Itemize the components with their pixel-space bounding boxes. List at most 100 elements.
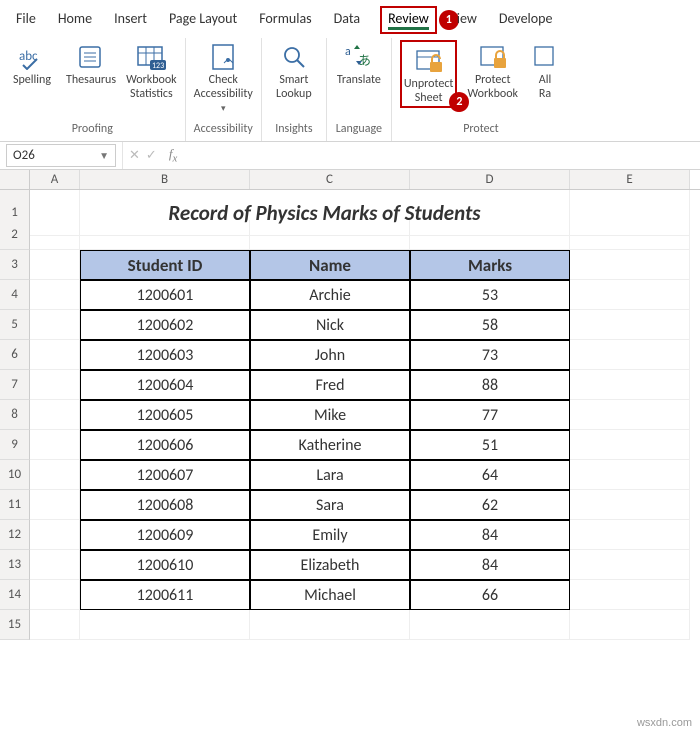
row-header-15[interactable]: 15 — [0, 610, 30, 640]
empty-cell[interactable] — [570, 370, 690, 400]
table-cell-id[interactable]: 1200611 — [80, 580, 250, 610]
row-header-3[interactable]: 3 — [0, 250, 30, 280]
fx-icon[interactable]: fx — [163, 146, 183, 165]
row-header-6[interactable]: 6 — [0, 340, 30, 370]
tab-developer-partial[interactable]: Develope — [497, 6, 555, 34]
workbook-stats-button[interactable]: 123 Workbook Statistics — [126, 40, 177, 102]
empty-cell[interactable] — [570, 340, 690, 370]
unprotect-sheet-button[interactable]: Unprotect Sheet — [404, 44, 454, 106]
tab-page-layout[interactable]: Page Layout — [167, 6, 239, 34]
table-cell-name[interactable]: Nick — [250, 310, 410, 340]
empty-cell[interactable] — [30, 520, 80, 550]
col-header-C[interactable]: C — [250, 170, 410, 189]
table-cell-marks[interactable]: 88 — [410, 370, 570, 400]
spelling-button[interactable]: abc Spelling — [8, 40, 56, 88]
empty-cell[interactable] — [30, 340, 80, 370]
table-cell-name[interactable]: John — [250, 340, 410, 370]
select-all-corner[interactable] — [0, 170, 30, 189]
table-cell-id[interactable]: 1200609 — [80, 520, 250, 550]
table-cell-marks[interactable]: 84 — [410, 520, 570, 550]
empty-cell[interactable] — [30, 460, 80, 490]
empty-cell[interactable] — [570, 580, 690, 610]
empty-cell[interactable] — [30, 310, 80, 340]
table-cell-name[interactable]: Mike — [250, 400, 410, 430]
table-header-id[interactable]: Student ID — [80, 250, 250, 280]
row-header-2[interactable]: 2 — [0, 220, 30, 250]
thesaurus-button[interactable]: Thesaurus — [66, 40, 116, 88]
table-header-name[interactable]: Name — [250, 250, 410, 280]
table-cell-name[interactable]: Katherine — [250, 430, 410, 460]
table-cell-name[interactable]: Fred — [250, 370, 410, 400]
table-cell-marks[interactable]: 84 — [410, 550, 570, 580]
tab-review[interactable]: Review — [388, 10, 429, 30]
table-header-marks[interactable]: Marks — [410, 250, 570, 280]
empty-cell[interactable] — [410, 610, 570, 640]
col-header-B[interactable]: B — [80, 170, 250, 189]
table-cell-name[interactable]: Lara — [250, 460, 410, 490]
allow-ranges-button[interactable]: All Ra — [528, 40, 562, 102]
protect-workbook-button[interactable]: Protect Workbook — [467, 40, 518, 102]
cancel-icon[interactable]: ✕ — [129, 148, 140, 163]
row-header-9[interactable]: 9 — [0, 430, 30, 460]
tab-insert[interactable]: Insert — [112, 6, 149, 34]
table-cell-name[interactable]: Archie — [250, 280, 410, 310]
tab-view-partial[interactable]: iew — [455, 6, 479, 34]
empty-cell[interactable] — [570, 460, 690, 490]
empty-cell[interactable] — [30, 490, 80, 520]
smart-lookup-button[interactable]: Smart Lookup — [270, 40, 318, 102]
table-cell-marks[interactable]: 62 — [410, 490, 570, 520]
table-cell-id[interactable]: 1200605 — [80, 400, 250, 430]
table-cell-id[interactable]: 1200607 — [80, 460, 250, 490]
table-cell-name[interactable]: Sara — [250, 490, 410, 520]
table-cell-name[interactable]: Michael — [250, 580, 410, 610]
empty-cell[interactable] — [570, 310, 690, 340]
empty-cell[interactable] — [570, 550, 690, 580]
tab-data[interactable]: Data — [332, 6, 362, 34]
empty-cell[interactable] — [570, 430, 690, 460]
empty-cell[interactable] — [570, 280, 690, 310]
empty-cell[interactable] — [30, 370, 80, 400]
empty-cell[interactable] — [30, 250, 80, 280]
empty-cell[interactable] — [570, 610, 690, 640]
empty-cell[interactable] — [30, 430, 80, 460]
empty-cell[interactable] — [570, 220, 690, 250]
row-header-11[interactable]: 11 — [0, 490, 30, 520]
row-header-5[interactable]: 5 — [0, 310, 30, 340]
empty-cell[interactable] — [30, 550, 80, 580]
translate-button[interactable]: aあ Translate — [335, 40, 383, 88]
tab-formulas[interactable]: Formulas — [257, 6, 313, 34]
empty-cell[interactable] — [30, 280, 80, 310]
empty-cell[interactable] — [250, 220, 410, 250]
col-header-D[interactable]: D — [410, 170, 570, 189]
table-cell-id[interactable]: 1200603 — [80, 340, 250, 370]
confirm-icon[interactable]: ✓ — [146, 148, 157, 163]
table-cell-marks[interactable]: 66 — [410, 580, 570, 610]
empty-cell[interactable] — [570, 520, 690, 550]
row-header-14[interactable]: 14 — [0, 580, 30, 610]
row-header-8[interactable]: 8 — [0, 400, 30, 430]
empty-cell[interactable] — [30, 610, 80, 640]
table-cell-marks[interactable]: 58 — [410, 310, 570, 340]
row-header-7[interactable]: 7 — [0, 370, 30, 400]
empty-cell[interactable] — [410, 220, 570, 250]
empty-cell[interactable] — [80, 220, 250, 250]
empty-cell[interactable] — [30, 400, 80, 430]
empty-cell[interactable] — [30, 220, 80, 250]
table-cell-id[interactable]: 1200606 — [80, 430, 250, 460]
col-header-E[interactable]: E — [570, 170, 690, 189]
empty-cell[interactable] — [80, 610, 250, 640]
table-cell-id[interactable]: 1200604 — [80, 370, 250, 400]
row-header-4[interactable]: 4 — [0, 280, 30, 310]
table-cell-name[interactable]: Emily — [250, 520, 410, 550]
col-header-A[interactable]: A — [30, 170, 80, 189]
table-cell-id[interactable]: 1200610 — [80, 550, 250, 580]
empty-cell[interactable] — [570, 490, 690, 520]
table-cell-id[interactable]: 1200602 — [80, 310, 250, 340]
check-accessibility-button[interactable]: Check Accessibility ▾ — [194, 40, 253, 114]
tab-file[interactable]: File — [14, 6, 38, 34]
tab-home[interactable]: Home — [56, 6, 94, 34]
table-cell-marks[interactable]: 73 — [410, 340, 570, 370]
table-cell-id[interactable]: 1200608 — [80, 490, 250, 520]
empty-cell[interactable] — [570, 400, 690, 430]
empty-cell[interactable] — [570, 250, 690, 280]
